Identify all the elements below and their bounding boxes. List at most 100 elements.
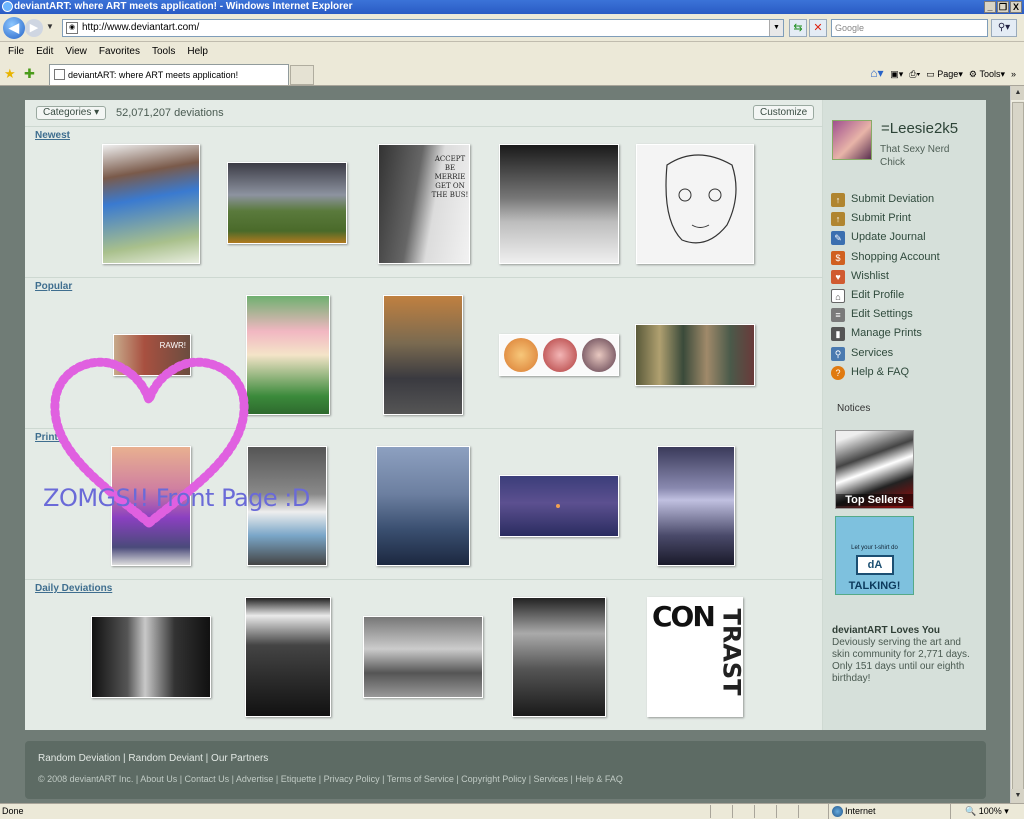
tab-deviantart[interactable]: deviantART: where ART meets application! (49, 64, 289, 85)
maximize-button[interactable]: ❐ (997, 1, 1009, 13)
status-pane (776, 805, 796, 818)
thumb-sitting-girl[interactable] (247, 446, 327, 566)
thumb-snow-cabin[interactable] (499, 144, 619, 264)
page-menu[interactable]: ▭ Page▾ (926, 66, 963, 82)
footer-links-secondary[interactable]: © 2008 deviantART Inc. | About Us | Cont… (38, 774, 623, 784)
menu-item-label: Wishlist (851, 269, 889, 282)
menu-edit-settings[interactable]: ≡ Edit Settings (831, 305, 940, 324)
thumb-contrast-type[interactable]: CON TRAST (647, 597, 746, 717)
thumb-anime-girl[interactable] (246, 295, 330, 415)
contrast-art-text: CON (652, 600, 716, 633)
status-text: Done (2, 806, 24, 816)
customize-button[interactable]: Customize (753, 105, 815, 120)
section-title-popular[interactable]: Popular (35, 281, 72, 292)
menu-help[interactable]: Help (181, 43, 214, 61)
history-dropdown-icon[interactable]: ▼ (46, 22, 54, 31)
menu-wishlist[interactable]: ♥ Wishlist (831, 267, 940, 286)
main-area: Categories ▾ 52,071,207 deviations Custo… (25, 100, 823, 730)
print-icon[interactable]: ⎙▾ (909, 66, 920, 82)
sidebar: =Leesie2k5 That Sexy Nerd Chick ↑ Submit … (823, 100, 986, 730)
section-title-newest[interactable]: Newest (35, 130, 70, 141)
thumb-purple-legs[interactable] (111, 446, 191, 566)
avatar[interactable] (832, 120, 872, 160)
thumb-poster[interactable]: ACCEPT BE MERRIE GET ON THE BUS! (378, 144, 470, 264)
add-favorites-icon[interactable]: ✚ (24, 66, 35, 82)
submit-deviation-icon: ↑ (831, 193, 845, 207)
thumb-dark-warrior[interactable] (657, 446, 735, 566)
thumb-three-chibis[interactable] (499, 334, 619, 376)
thumb-landscape[interactable] (227, 162, 347, 244)
section-daily-deviations: Daily Deviations CON TRAST (25, 579, 823, 730)
menu-help-faq[interactable]: ? Help & FAQ (831, 363, 940, 382)
feeds-icon[interactable]: ▣▾ (890, 66, 903, 82)
home-icon[interactable]: ⌂▾ (870, 66, 884, 80)
menu-tools[interactable]: Tools (146, 43, 181, 61)
menu-services[interactable]: ⚲ Services (831, 344, 940, 363)
thumb-face-sketch[interactable] (636, 144, 754, 264)
services-icon: ⚲ (831, 346, 845, 361)
search-button[interactable]: ⚲▾ (991, 19, 1017, 37)
minimize-button[interactable]: _ (984, 1, 996, 13)
thumb-rawr-cat[interactable]: RAWR! (113, 334, 191, 376)
scroll-down-icon[interactable]: ▼ (1011, 789, 1024, 803)
new-tab-button[interactable] (290, 65, 314, 85)
menu-edit-profile[interactable]: ⌂ Edit Profile (831, 286, 940, 305)
thumb-masked-figure[interactable] (512, 597, 606, 717)
thumb-children-photo[interactable] (363, 616, 483, 698)
stop-button[interactable]: ✕ (809, 19, 827, 37)
scroll-up-icon[interactable]: ▲ (1011, 86, 1024, 100)
chevron-more-icon[interactable]: » (1011, 66, 1016, 82)
menu-submit-print[interactable]: ↑ Submit Print (831, 209, 940, 228)
thumb-elf-portrait[interactable] (102, 144, 200, 264)
back-button[interactable]: ◀ (3, 17, 25, 39)
categories-button[interactable]: Categories ▾ (36, 106, 107, 120)
vertical-scrollbar[interactable]: ▲ ▼ (1010, 86, 1024, 803)
menu-edit[interactable]: Edit (30, 43, 59, 61)
ad-talking-shirt[interactable]: Let your t-shirt do dA TALKING! (835, 516, 914, 595)
contrast-art-text-2: TRAST (717, 608, 746, 696)
favorites-star-icon[interactable]: ★ (4, 66, 16, 82)
menu-update-journal[interactable]: ✎ Update Journal (831, 228, 940, 247)
section-title-prints[interactable]: Prints (35, 432, 63, 443)
page-viewport: Categories ▾ 52,071,207 deviations Custo… (0, 86, 1010, 803)
search-input[interactable]: Google (831, 19, 988, 37)
menu-submit-deviation[interactable]: ↑ Submit Deviation (831, 190, 940, 209)
menu-favorites[interactable]: Favorites (93, 43, 146, 61)
footer-links-primary[interactable]: Random Deviation | Random Deviant | Our … (38, 753, 268, 764)
thumb-purple-sunset[interactable] (499, 475, 619, 537)
loves-title: deviantART Loves You (832, 625, 940, 636)
deviation-count: 52,071,207 deviations (116, 107, 224, 119)
menu-item-label: Services (851, 346, 894, 359)
address-input[interactable]: ◉ http://www.deviantart.com/ ▼ (62, 19, 784, 37)
help-icon: ? (831, 365, 845, 380)
menu-item-label: Update Journal (851, 231, 926, 244)
menu-shopping-account[interactable]: $ Shopping Account (831, 248, 940, 267)
section-title-daily-deviations[interactable]: Daily Deviations (35, 583, 112, 594)
thumb-sea-woman[interactable] (376, 446, 470, 566)
user-tagline: That Sexy Nerd Chick (880, 144, 950, 168)
tools-menu[interactable]: ⚙ Tools▾ (969, 66, 1005, 82)
menu-view[interactable]: View (59, 43, 93, 61)
address-dropdown-icon[interactable]: ▼ (769, 20, 783, 36)
scroll-thumb[interactable] (1012, 102, 1024, 792)
thumb-dark-room[interactable] (245, 597, 331, 717)
refresh-button[interactable]: ⇆ (789, 19, 807, 37)
security-zone[interactable]: Internet (828, 804, 946, 819)
menu-item-label: Edit Settings (851, 308, 913, 321)
face-sketch-lines (665, 154, 737, 244)
forward-button[interactable]: ▶ (25, 19, 43, 37)
thumb-street-figure[interactable] (383, 295, 463, 415)
close-button[interactable]: X (1010, 1, 1022, 13)
menu-manage-prints[interactable]: ▮ Manage Prints (831, 324, 940, 343)
thumb-group-characters[interactable] (635, 324, 755, 386)
shopping-icon: $ (831, 250, 845, 265)
rawr-text: RAWR! (159, 341, 186, 350)
notices-heading: Notices (837, 403, 871, 414)
thumb-dark-window[interactable] (91, 616, 211, 698)
username[interactable]: =Leesie2k5 (881, 120, 958, 137)
ad-top-sellers[interactable]: Top Sellers (835, 430, 914, 509)
zoom-level[interactable]: 🔍 100% ▾ (950, 804, 1020, 819)
menu-file[interactable]: File (2, 43, 30, 61)
menu-bar: File Edit View Favorites Tools Help (0, 43, 1024, 61)
status-pane (798, 805, 818, 818)
